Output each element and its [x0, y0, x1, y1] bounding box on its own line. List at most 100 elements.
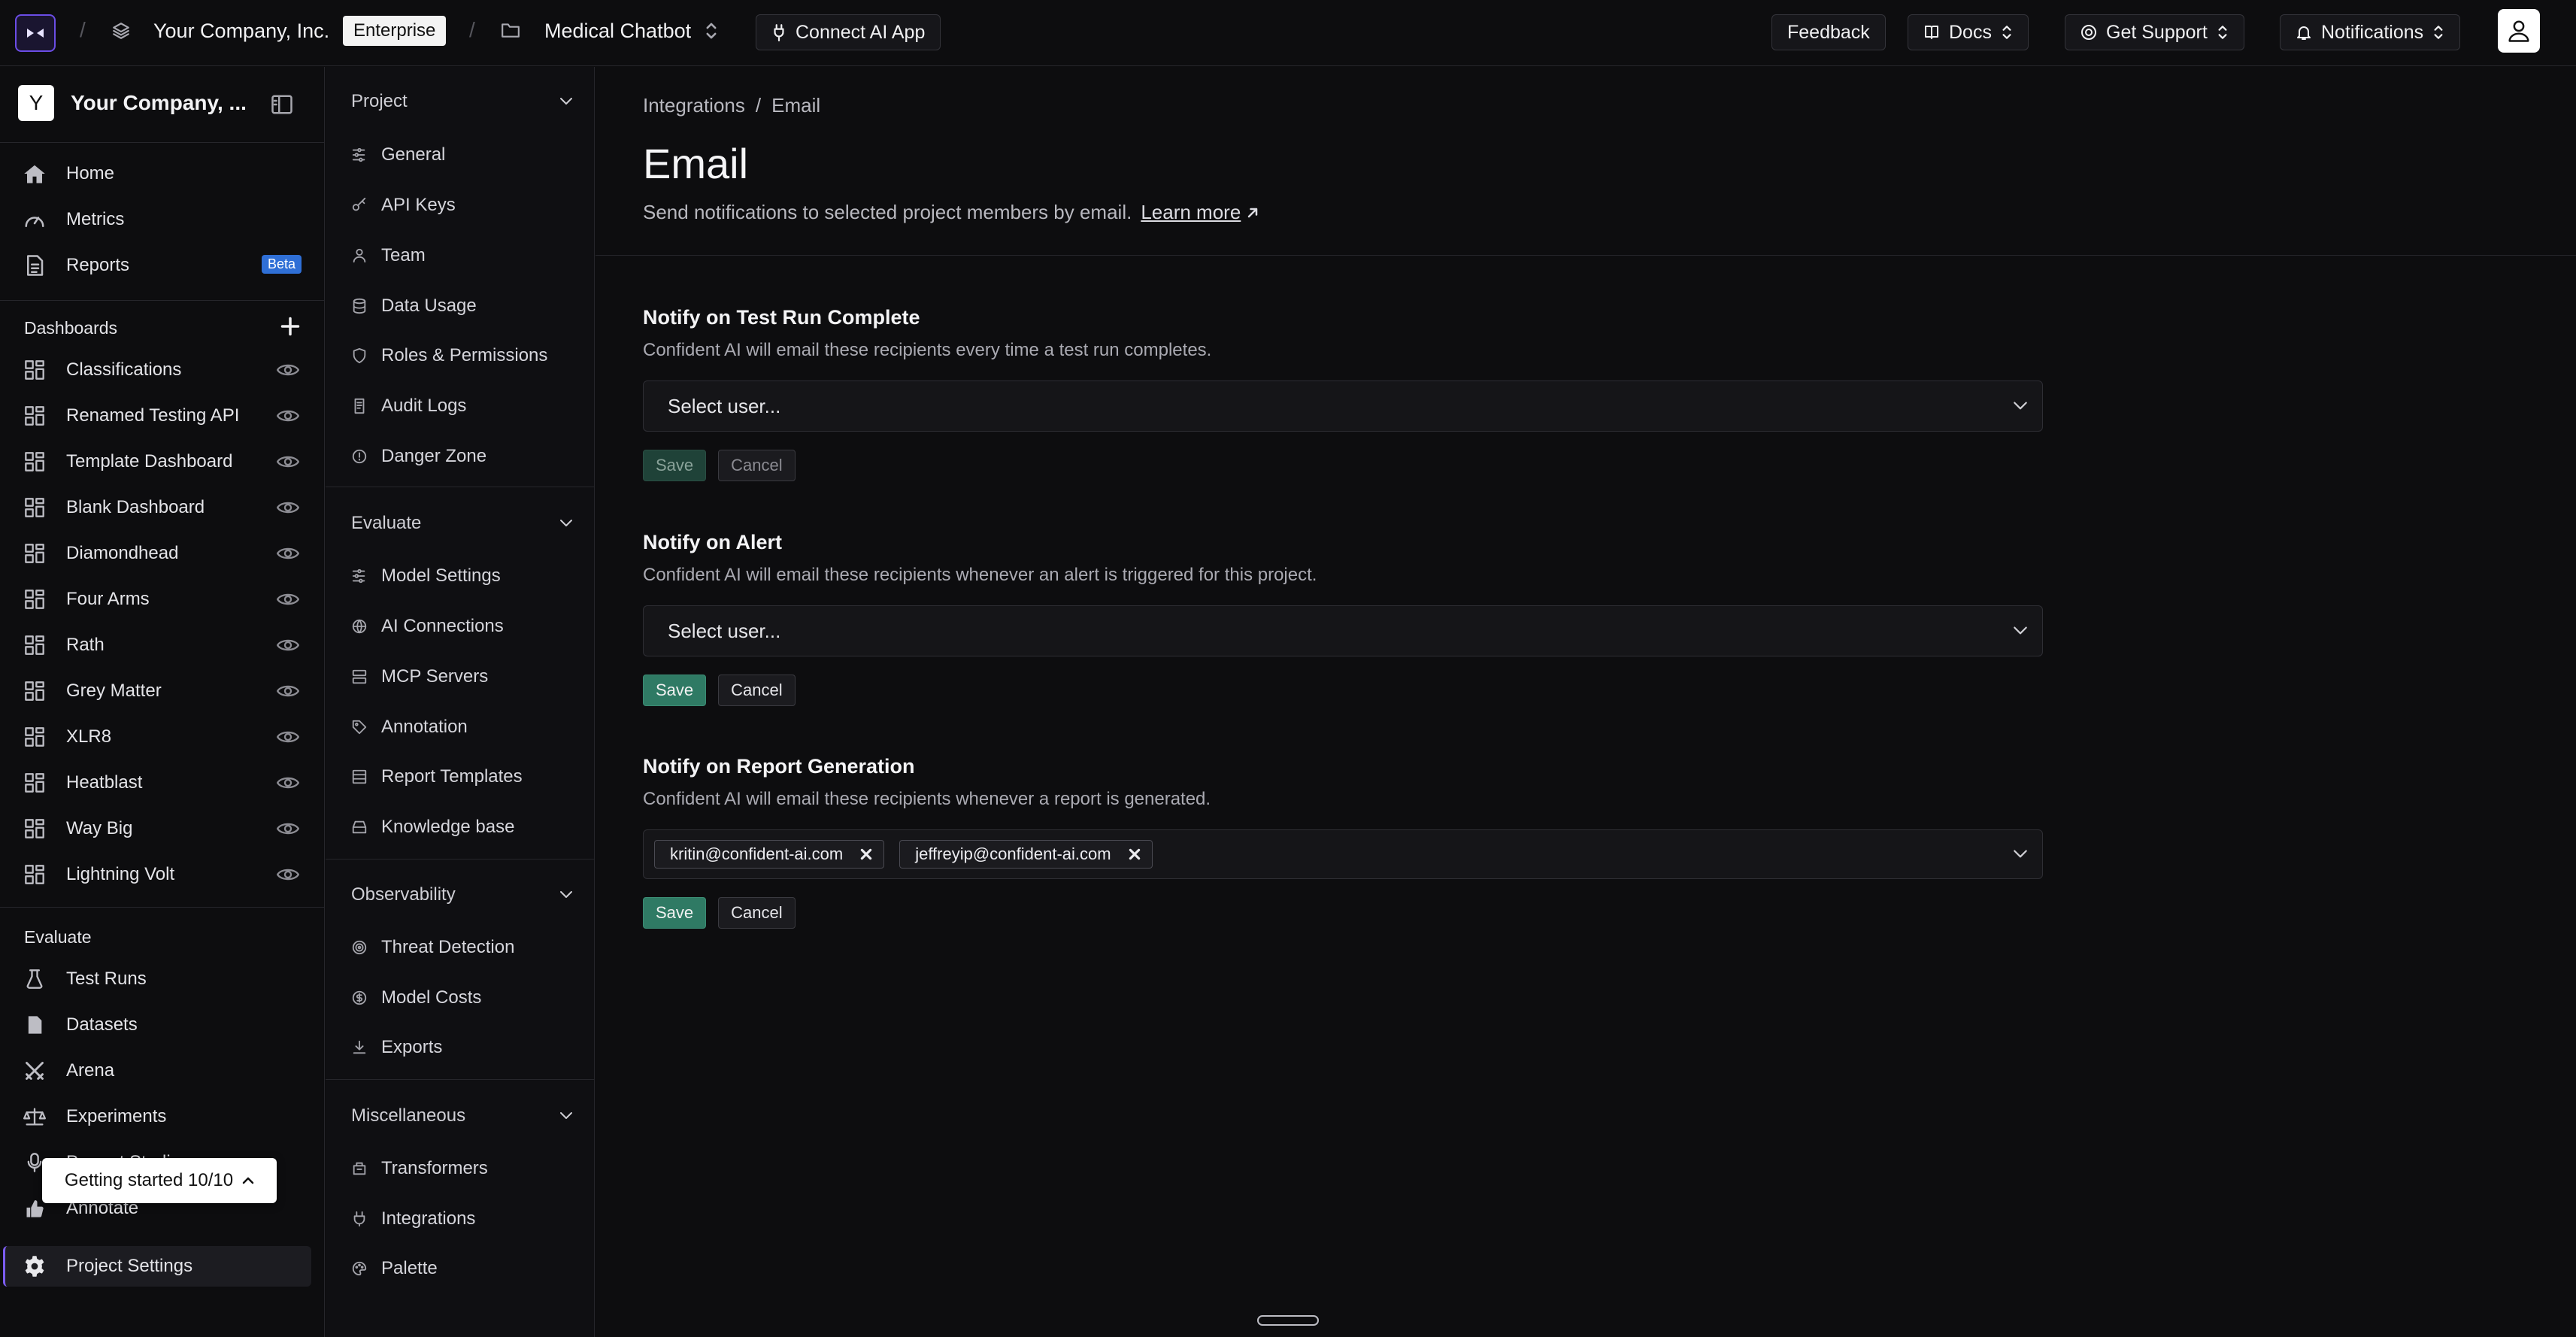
save-button[interactable]: Save — [643, 675, 707, 706]
subnav-divider — [326, 859, 594, 860]
sidebar-dashboard-item[interactable]: Lightning Volt — [23, 860, 174, 890]
sidebar-item-home[interactable]: Home — [23, 159, 114, 189]
visibility-eye-icon[interactable] — [277, 408, 299, 424]
sidebar-item-project-settings[interactable]: Project Settings — [23, 1251, 192, 1281]
sidebar-item-label: Classifications — [66, 359, 182, 380]
notifications-button[interactable]: Notifications — [2280, 14, 2461, 50]
sidebar-collapse-icon[interactable] — [271, 94, 293, 115]
test-run-recipients-select[interactable]: Select user... — [643, 380, 2043, 432]
subnav-section-header[interactable]: Miscellaneous — [351, 1105, 574, 1126]
cancel-button[interactable]: Cancel — [718, 897, 796, 929]
section-description: Confident AI will email these recipients… — [643, 340, 1212, 360]
subnav-section-header[interactable]: Evaluate — [351, 513, 574, 534]
cancel-button[interactable]: Cancel — [718, 450, 796, 481]
sidebar-dashboard-item[interactable]: Classifications — [23, 355, 181, 385]
add-dashboard-icon[interactable] — [280, 316, 301, 337]
dashboard-grid-icon — [23, 451, 47, 472]
visibility-eye-icon[interactable] — [277, 729, 299, 745]
subnav-section-header[interactable]: Observability — [351, 884, 574, 905]
remove-tag-icon[interactable] — [1128, 847, 1141, 861]
org-name[interactable]: Your Company, Inc. — [153, 20, 329, 43]
sidebar-dashboard-item[interactable]: Way Big — [23, 814, 132, 844]
visibility-eye-icon[interactable] — [277, 499, 299, 516]
sidebar-item-datasets[interactable]: Datasets — [23, 1010, 138, 1040]
subnav-item[interactable]: Roles & Permissions — [351, 342, 547, 369]
subnav-item[interactable]: MCP Servers — [351, 663, 488, 690]
visibility-eye-icon[interactable] — [277, 775, 299, 791]
subnav-section-title: Miscellaneous — [351, 1105, 466, 1126]
chevron-updown-icon[interactable] — [704, 21, 719, 41]
sidebar-item-metrics[interactable]: Metrics — [23, 205, 124, 235]
sidebar-dashboard-item[interactable]: Four Arms — [23, 584, 150, 614]
subnav-item[interactable]: Transformers — [351, 1155, 488, 1182]
sidebar-item-label: Reports — [66, 255, 130, 275]
visibility-eye-icon[interactable] — [277, 820, 299, 837]
sidebar-item-arena[interactable]: Arena — [23, 1056, 114, 1086]
sidebar-dashboard-item[interactable]: Template Dashboard — [23, 447, 232, 477]
user-avatar-button[interactable] — [2498, 9, 2540, 53]
remove-tag-icon[interactable] — [859, 847, 873, 861]
sidebar-dashboard-item[interactable]: Grey Matter — [23, 676, 162, 706]
cancel-button[interactable]: Cancel — [718, 675, 796, 706]
dashboard-grid-icon — [23, 543, 47, 564]
get-support-button[interactable]: Get Support — [2065, 14, 2244, 50]
subnav-item[interactable]: Danger Zone — [351, 443, 486, 470]
subnav-item[interactable]: Palette — [351, 1255, 438, 1282]
save-button[interactable]: Save — [643, 450, 707, 481]
scroll-handle[interactable] — [1257, 1315, 1319, 1326]
connect-ai-app-button[interactable]: Connect AI App — [756, 14, 941, 50]
subnav-item[interactable]: Threat Detection — [351, 934, 514, 961]
integrations-icon — [351, 1211, 368, 1227]
subnav-item[interactable]: Data Usage — [351, 293, 477, 320]
subnav-item[interactable]: Audit Logs — [351, 393, 466, 420]
getting-started-button[interactable]: Getting started 10/10 — [42, 1158, 277, 1203]
sidebar-item-label: Diamondhead — [66, 543, 179, 563]
gear-icon — [23, 1255, 47, 1278]
page-title: Email — [643, 140, 749, 187]
visibility-eye-icon[interactable] — [277, 637, 299, 653]
subnav-item[interactable]: AI Connections — [351, 613, 504, 640]
docs-button[interactable]: Docs — [1908, 14, 2029, 50]
sidebar-dashboard-item[interactable]: Renamed Testing API — [23, 401, 239, 431]
visibility-eye-icon[interactable] — [277, 683, 299, 699]
feedback-button[interactable]: Feedback — [1771, 14, 1886, 50]
sidebar-dashboard-item[interactable]: XLR8 — [23, 722, 111, 752]
visibility-eye-icon[interactable] — [277, 591, 299, 608]
subnav-item[interactable]: Integrations — [351, 1205, 475, 1232]
company-switcher[interactable]: Y Your Company, ... — [18, 85, 247, 121]
learn-more-link[interactable]: Learn more — [1141, 201, 1260, 224]
sidebar-dashboard-item[interactable]: Heatblast — [23, 768, 142, 798]
visibility-eye-icon[interactable] — [277, 545, 299, 562]
sidebar-dashboard-item[interactable]: Blank Dashboard — [23, 493, 205, 523]
sidebar-dashboard-item[interactable]: Diamondhead — [23, 538, 178, 568]
subnav-item[interactable]: API Keys — [351, 192, 456, 219]
alert-recipients-select[interactable]: Select user... — [643, 605, 2043, 656]
subnav-item[interactable]: General — [351, 141, 445, 168]
notify-test-run-section: Notify on Test Run Complete Confident AI… — [643, 306, 2043, 481]
subnav-item[interactable]: Model Settings — [351, 562, 501, 590]
visibility-eye-icon[interactable] — [277, 453, 299, 470]
subnav-item[interactable]: Team — [351, 242, 426, 269]
project-selector[interactable]: Medical Chatbot — [544, 20, 691, 43]
sidebar-item-reports[interactable]: Reports — [23, 250, 129, 280]
app-logo[interactable] — [15, 14, 56, 52]
subnav-item[interactable]: Exports — [351, 1034, 442, 1061]
sidebar-item-test-runs[interactable]: Test Runs — [23, 964, 147, 994]
subnav-item[interactable]: Knowledge base — [351, 814, 514, 841]
breadcrumb-integrations[interactable]: Integrations — [643, 94, 745, 117]
sidebar-dashboard-item[interactable]: Rath — [23, 630, 105, 660]
subnav-item[interactable]: Annotation — [351, 714, 468, 741]
report-recipients-select[interactable]: kritin@confident-ai.com jeffreyip@confid… — [643, 829, 2043, 879]
sidebar-item-experiments[interactable]: Experiments — [23, 1102, 166, 1132]
sidebar-item-label: Four Arms — [66, 589, 150, 609]
visibility-eye-icon[interactable] — [277, 362, 299, 378]
subnav-item[interactable]: Report Templates — [351, 763, 523, 790]
subnav-section-header[interactable]: Project — [351, 91, 574, 112]
notify-report-section: Notify on Report Generation Confident AI… — [643, 755, 2043, 929]
save-button[interactable]: Save — [643, 897, 707, 929]
chevron-down-icon — [2014, 626, 2027, 635]
subnav-item[interactable]: Model Costs — [351, 984, 481, 1011]
recipient-tag: jeffreyip@confident-ai.com — [899, 840, 1153, 869]
visibility-eye-icon[interactable] — [277, 866, 299, 883]
notifications-label: Notifications — [2321, 21, 2424, 43]
